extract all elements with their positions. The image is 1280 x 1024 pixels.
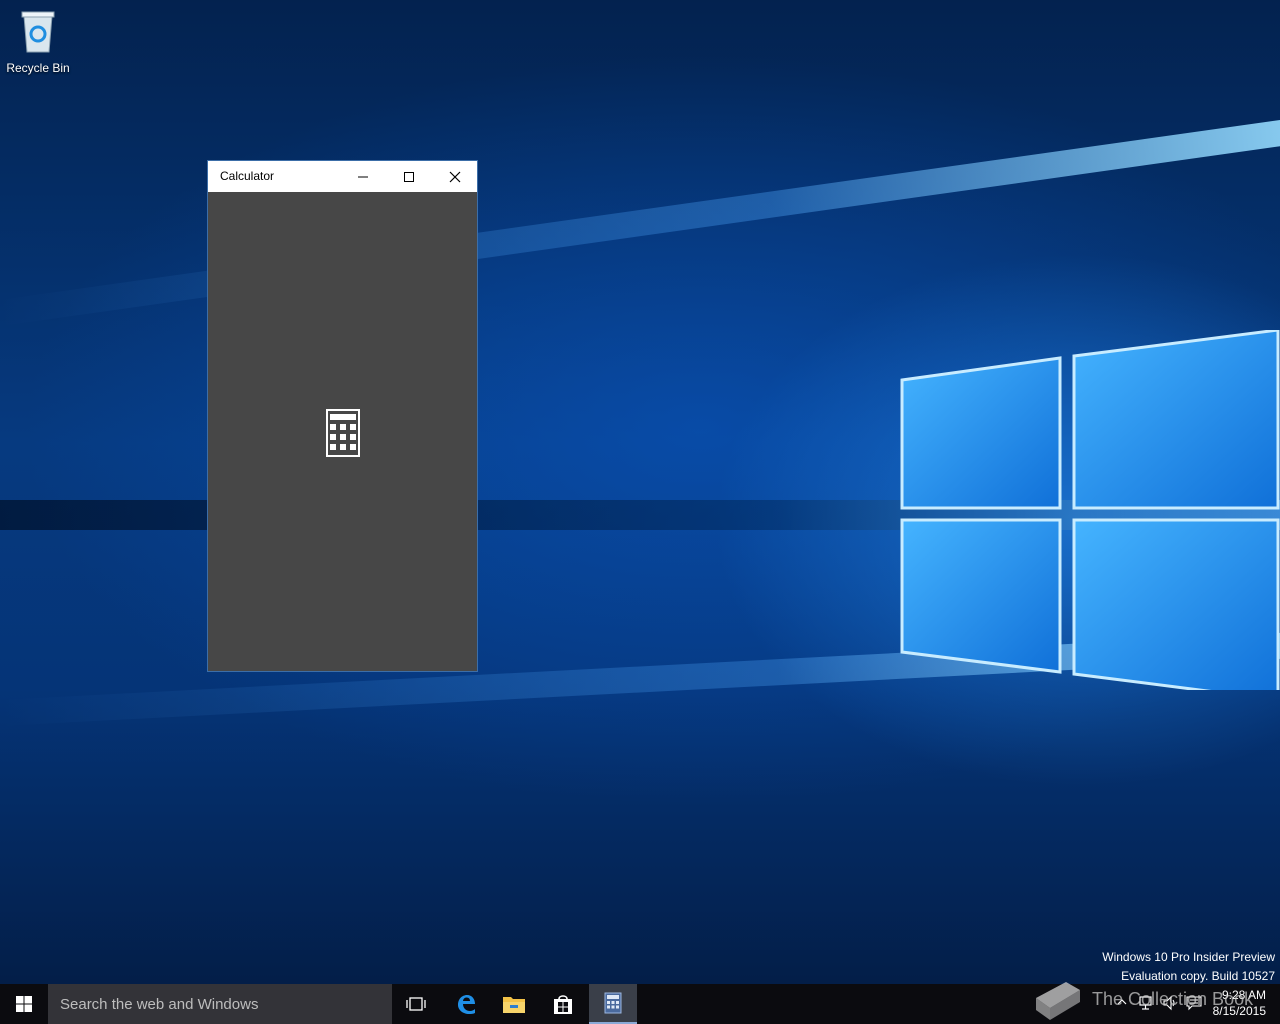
watermark-line-1: Windows 10 Pro Insider Preview xyxy=(1102,950,1275,964)
maximize-button[interactable] xyxy=(386,161,432,192)
close-button[interactable] xyxy=(432,161,478,192)
edge-icon xyxy=(458,995,475,1014)
recycle-bin-icon xyxy=(21,11,55,53)
windows-logo-light xyxy=(900,330,1280,690)
file-explorer-icon xyxy=(503,997,525,1013)
start-button[interactable] xyxy=(0,984,48,1024)
window-title: Calculator xyxy=(220,169,275,183)
taskbar-edge[interactable] xyxy=(442,984,490,1024)
minimize-button[interactable] xyxy=(340,161,386,192)
desktop-icon-recycle-bin[interactable]: Recycle Bin xyxy=(4,8,72,75)
minimize-icon xyxy=(358,176,368,177)
task-view-icon xyxy=(406,997,426,1011)
taskbar-calculator[interactable] xyxy=(589,984,637,1024)
close-icon xyxy=(449,171,461,182)
overlay-logo-text: The Collection Book xyxy=(1092,989,1254,1009)
taskbar-store[interactable] xyxy=(539,984,587,1024)
taskbar: Search the web and Windows 9:28 AM 8/15/… xyxy=(0,984,1280,1024)
maximize-icon xyxy=(404,171,414,182)
taskbar-file-explorer[interactable] xyxy=(490,984,538,1024)
desktop-wallpaper xyxy=(0,0,1280,984)
calculator-icon xyxy=(604,992,622,1014)
desktop-icon-label: Recycle Bin xyxy=(6,61,70,75)
calculator-icon xyxy=(326,409,360,457)
build-watermark: Windows 10 Pro Insider Preview Evaluatio… xyxy=(1102,948,1275,986)
store-icon xyxy=(554,995,572,1014)
task-view-button[interactable] xyxy=(392,984,440,1024)
windows-start-icon xyxy=(16,996,32,1012)
window-titlebar[interactable]: Calculator xyxy=(208,161,477,192)
calculator-window[interactable]: Calculator xyxy=(207,160,478,672)
book-logo-icon xyxy=(1036,982,1080,1020)
search-placeholder: Search the web and Windows xyxy=(60,996,259,1013)
calculator-splash xyxy=(326,409,360,462)
search-box[interactable]: Search the web and Windows xyxy=(48,984,392,1024)
